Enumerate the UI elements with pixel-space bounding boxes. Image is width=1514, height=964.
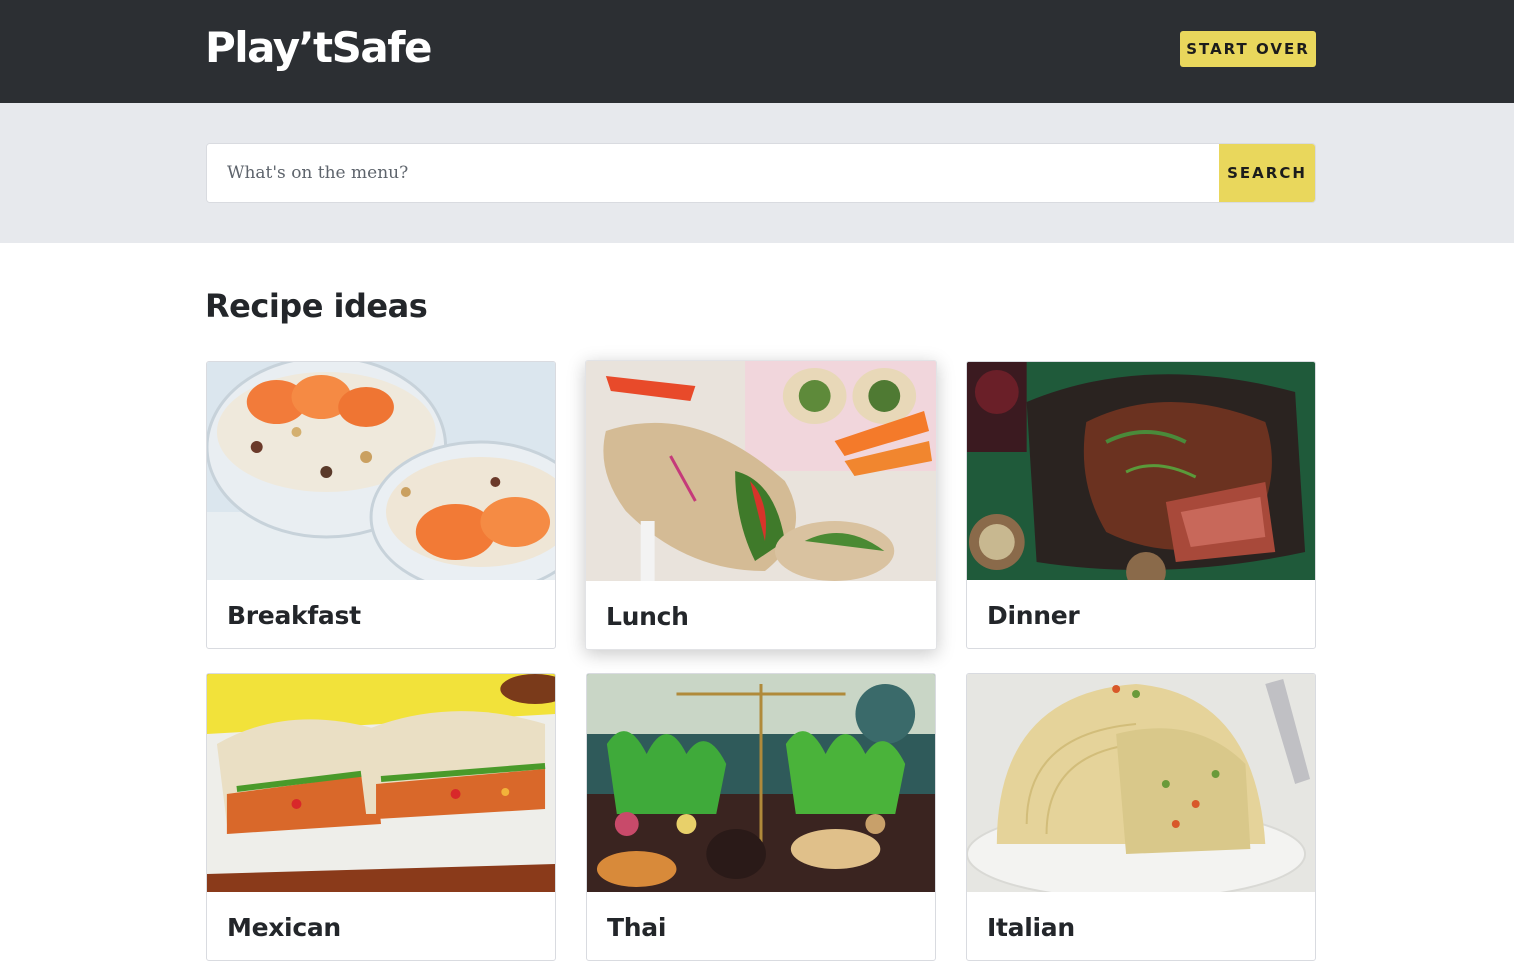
search-button[interactable]: SEARCH	[1219, 144, 1315, 202]
card-label: Lunch	[606, 602, 689, 631]
breakfast-image	[207, 362, 555, 580]
dinner-image	[967, 362, 1315, 580]
thai-image	[587, 674, 935, 892]
search-input[interactable]	[207, 144, 1220, 202]
recipe-card-breakfast[interactable]: Breakfast	[206, 361, 556, 649]
recipe-card-italian[interactable]: Italian	[966, 673, 1316, 961]
recipe-card-mexican[interactable]: Mexican	[206, 673, 556, 961]
card-label: Italian	[987, 913, 1075, 942]
recipe-card-lunch[interactable]: Lunch	[585, 360, 937, 650]
brand-logo[interactable]: Play’tSafe	[205, 22, 433, 74]
search-box: SEARCH	[206, 143, 1316, 203]
card-label: Dinner	[987, 601, 1080, 630]
lunch-image	[586, 361, 936, 581]
card-label: Mexican	[227, 913, 341, 942]
start-over-button[interactable]: START OVER	[1180, 31, 1316, 67]
mexican-image	[207, 674, 555, 892]
card-label: Thai	[607, 913, 667, 942]
recipe-card-thai[interactable]: Thai	[586, 673, 936, 961]
search-band: SEARCH	[0, 103, 1514, 243]
recipe-card-dinner[interactable]: Dinner	[966, 361, 1316, 649]
card-label: Breakfast	[227, 601, 361, 630]
italian-image	[967, 674, 1315, 892]
top-navigation-bar: Play’tSafe START OVER	[0, 0, 1514, 103]
section-title: Recipe ideas	[205, 287, 428, 325]
